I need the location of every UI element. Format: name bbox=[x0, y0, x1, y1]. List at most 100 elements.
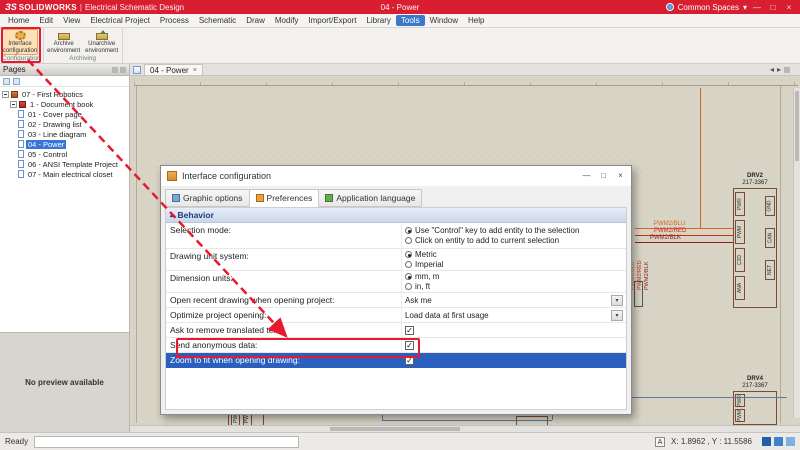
horizontal-scrollbar[interactable] bbox=[130, 425, 800, 432]
dropdown-value[interactable]: Ask me bbox=[405, 296, 432, 305]
book-icon bbox=[19, 101, 26, 108]
dialog-close-button[interactable]: × bbox=[612, 168, 629, 184]
minimize-button[interactable]: — bbox=[751, 3, 763, 12]
tab-graphic-options[interactable]: Graphic options bbox=[165, 189, 250, 207]
tray-layers-icon[interactable] bbox=[786, 437, 795, 446]
coordinate-mode-badge: A bbox=[655, 437, 665, 447]
collapse-icon[interactable]: ▴ bbox=[170, 211, 174, 219]
tab-preferences[interactable]: Preferences bbox=[249, 189, 320, 207]
page-icon bbox=[18, 130, 24, 138]
row-label: Selection mode: bbox=[166, 223, 401, 248]
tab-application-language[interactable]: Application language bbox=[318, 189, 422, 207]
wire-label: PWM2/BLU bbox=[654, 221, 685, 227]
page-icon bbox=[18, 140, 24, 148]
radio-imperial[interactable] bbox=[405, 261, 412, 268]
page-item-drawing-list[interactable]: 02 - Drawing list bbox=[0, 119, 129, 129]
expand-all-icon[interactable] bbox=[13, 78, 20, 85]
page-icon bbox=[18, 160, 24, 168]
port-pwm: PWM bbox=[735, 409, 745, 422]
checkbox-zoom-to-fit[interactable]: ✓ bbox=[405, 356, 414, 365]
menu-view[interactable]: View bbox=[58, 15, 85, 26]
page-item-ansi-template[interactable]: 06 - ANSI Template Project bbox=[0, 159, 129, 169]
menu-tools[interactable]: Tools bbox=[396, 15, 425, 26]
tab-scroll-right-icon[interactable]: ▸ bbox=[777, 65, 781, 74]
document-tab-power[interactable]: 04 - Power × bbox=[144, 64, 203, 75]
dropdown-arrow-icon[interactable]: ▾ bbox=[611, 295, 623, 306]
sheet-list-icon[interactable] bbox=[133, 66, 141, 74]
vertical-scrollbar[interactable] bbox=[793, 88, 800, 418]
application-language-icon bbox=[325, 194, 333, 202]
menu-import-export[interactable]: Import/Export bbox=[303, 15, 361, 26]
interface-configuration-button[interactable]: Interface configuration bbox=[2, 29, 38, 55]
checkbox-remove-translated-text[interactable]: ✓ bbox=[405, 326, 414, 335]
radio-in-ft[interactable] bbox=[405, 283, 412, 290]
dropdown-arrow-icon[interactable]: ▾ bbox=[611, 310, 623, 321]
scrollbar-thumb[interactable] bbox=[330, 427, 460, 431]
tree-expander-icon[interactable] bbox=[10, 101, 17, 108]
menu-edit[interactable]: Edit bbox=[34, 15, 58, 26]
tree-item-document-book[interactable]: 1 - Document book bbox=[0, 99, 129, 109]
btn-label-line2: environment bbox=[47, 48, 80, 54]
tab-scroll-left-icon[interactable]: ◂ bbox=[770, 65, 774, 74]
sheet-frame-top bbox=[134, 85, 798, 86]
btn-label-line1: Archive bbox=[54, 41, 74, 47]
radio-metric[interactable] bbox=[405, 251, 412, 258]
tab-close-icon[interactable]: × bbox=[193, 67, 197, 74]
account-chevron-icon[interactable]: ▾ bbox=[743, 3, 747, 12]
panel-pin-icon[interactable] bbox=[120, 67, 126, 73]
dialog-minimize-button[interactable]: — bbox=[578, 168, 595, 184]
graphic-options-icon bbox=[172, 194, 180, 202]
radio-use-control-key[interactable] bbox=[405, 227, 412, 234]
row-label: Zoom to fit when opening drawing: bbox=[166, 353, 401, 368]
tab-list-icon[interactable] bbox=[784, 67, 790, 73]
tree-expander-icon[interactable] bbox=[2, 91, 9, 98]
status-ready-text: Ready bbox=[5, 437, 28, 446]
page-item-cover-page[interactable]: 01 - Cover page bbox=[0, 109, 129, 119]
menu-home[interactable]: Home bbox=[3, 15, 34, 26]
row-label: Optimize project opening: bbox=[166, 308, 401, 322]
page-item-power[interactable]: 04 - Power bbox=[0, 139, 129, 149]
account-name[interactable]: Common Spaces bbox=[678, 3, 739, 12]
scrollbar-thumb[interactable] bbox=[795, 91, 799, 161]
port-pwm: PWM bbox=[735, 220, 745, 244]
radio-mm-m[interactable] bbox=[405, 273, 412, 280]
menu-window[interactable]: Window bbox=[425, 15, 463, 26]
menu-schematic[interactable]: Schematic bbox=[194, 15, 241, 26]
menu-process[interactable]: Process bbox=[155, 15, 194, 26]
tray-snap-icon[interactable] bbox=[774, 437, 783, 446]
tree-item-project[interactable]: 07 - First Robotics bbox=[0, 89, 129, 99]
maximize-button[interactable]: □ bbox=[767, 3, 779, 12]
cursor-coordinates: X: 1.8962 , Y : 11.5586 bbox=[671, 437, 752, 446]
document-tabbar: 04 - Power × ◂ ▸ bbox=[130, 64, 800, 76]
close-button[interactable]: × bbox=[783, 3, 795, 12]
sheet-frame-right bbox=[780, 85, 781, 423]
collapse-all-icon[interactable] bbox=[3, 78, 10, 85]
command-input[interactable] bbox=[34, 436, 299, 448]
menu-draw[interactable]: Draw bbox=[241, 15, 270, 26]
archive-environment-button[interactable]: Archive environment bbox=[46, 29, 82, 55]
unarchive-environment-button[interactable]: Unarchive environment bbox=[84, 29, 120, 55]
pages-panel-title: Pages bbox=[3, 65, 26, 74]
panel-menu-icon[interactable] bbox=[112, 67, 118, 73]
component-ref-drv2: DRV2 217-3367 bbox=[733, 173, 777, 186]
dialog-maximize-button[interactable]: □ bbox=[595, 168, 612, 184]
row-label: Drawing unit system: bbox=[166, 249, 401, 270]
product-name: Electrical Schematic Design bbox=[85, 3, 184, 12]
page-item-control[interactable]: 05 - Control bbox=[0, 149, 129, 159]
page-item-line-diagram[interactable]: 03 - Line diagram bbox=[0, 129, 129, 139]
port-pwr: PWR bbox=[735, 394, 745, 407]
menu-modify[interactable]: Modify bbox=[270, 15, 304, 26]
dialog-icon bbox=[167, 171, 177, 181]
behavior-section-header[interactable]: ▴ Behavior bbox=[166, 208, 626, 223]
menu-library[interactable]: Library bbox=[361, 15, 395, 26]
page-item-main-electrical-closet[interactable]: 07 - Main electrical closet bbox=[0, 169, 129, 179]
tray-grid-icon[interactable] bbox=[762, 437, 771, 446]
dialog-titlebar[interactable]: Interface configuration — □ × bbox=[161, 166, 631, 186]
menu-electrical-project[interactable]: Electrical Project bbox=[85, 15, 155, 26]
screen: ЗS SOLIDWORKS | Electrical Schematic Des… bbox=[0, 0, 800, 450]
dropdown-value[interactable]: Load data at first usage bbox=[405, 311, 489, 320]
menu-help[interactable]: Help bbox=[463, 15, 489, 26]
unarchive-environment-icon bbox=[96, 33, 108, 40]
radio-click-entity[interactable] bbox=[405, 237, 412, 244]
checkbox-send-anonymous-data[interactable]: ✓ bbox=[405, 341, 414, 350]
